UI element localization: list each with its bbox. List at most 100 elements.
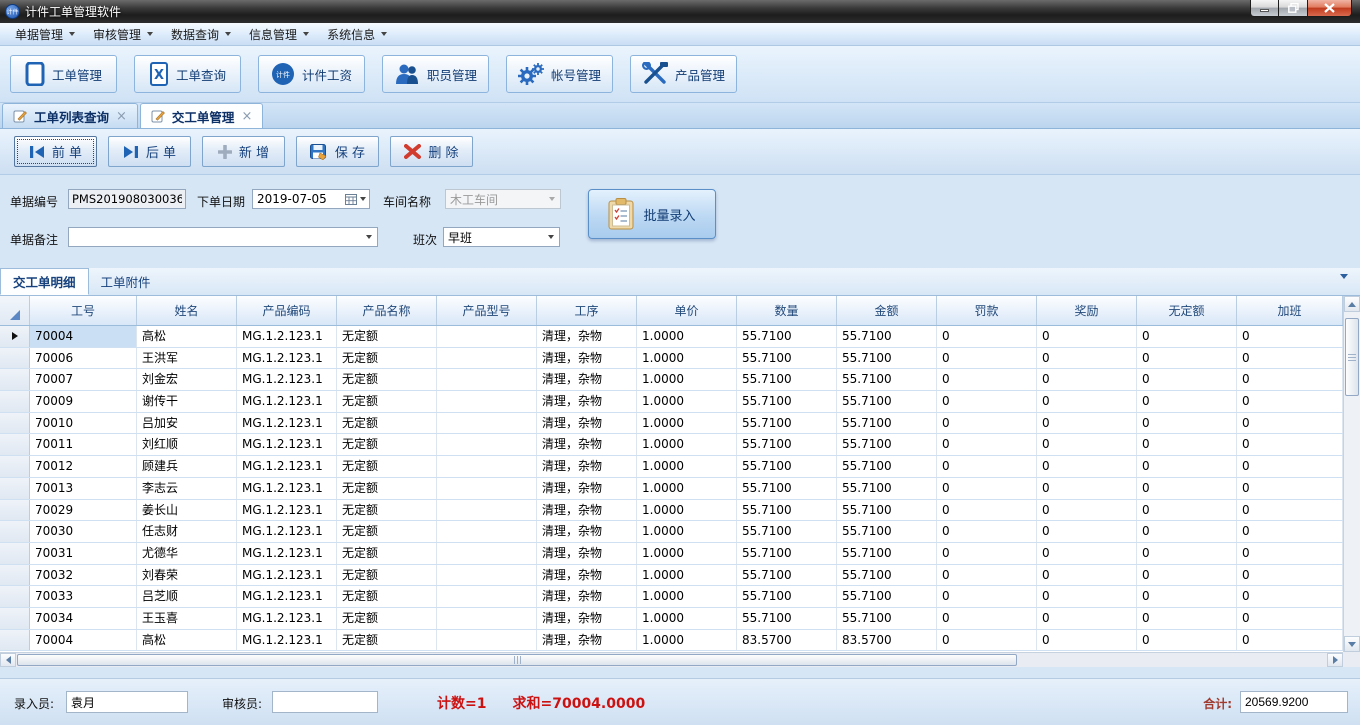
table-cell[interactable]: 70029: [30, 500, 137, 521]
table-cell[interactable]: 55.7100: [837, 521, 937, 542]
table-cell[interactable]: 刘金宏: [137, 369, 237, 390]
table-cell[interactable]: 高松: [137, 630, 237, 651]
row-selector[interactable]: [0, 565, 30, 586]
table-cell[interactable]: 无定额: [337, 500, 437, 521]
table-cell[interactable]: 0: [1137, 543, 1237, 564]
table-cell[interactable]: MG.1.2.123.1: [237, 565, 337, 586]
table-cell[interactable]: 0: [1037, 500, 1137, 521]
table-cell[interactable]: 1.0000: [637, 391, 737, 412]
table-cell[interactable]: [437, 543, 537, 564]
table-row[interactable]: 70034王玉喜MG.1.2.123.1无定额清理，杂物1.000055.710…: [0, 608, 1343, 630]
select-all-corner[interactable]: [0, 296, 30, 325]
row-selector[interactable]: [0, 478, 30, 499]
table-cell[interactable]: 0: [1137, 500, 1237, 521]
table-cell[interactable]: [437, 456, 537, 477]
table-cell[interactable]: 55.7100: [837, 434, 937, 455]
table-row[interactable]: 70029姜长山MG.1.2.123.1无定额清理，杂物1.000055.710…: [0, 500, 1343, 522]
column-header[interactable]: 工号: [30, 296, 137, 325]
table-cell[interactable]: 0: [1237, 391, 1343, 412]
restore-button[interactable]: [1279, 0, 1307, 17]
table-cell[interactable]: 0: [937, 500, 1037, 521]
table-cell[interactable]: 55.7100: [837, 608, 937, 629]
table-cell[interactable]: [437, 478, 537, 499]
table-cell[interactable]: [437, 369, 537, 390]
table-cell[interactable]: 0: [937, 608, 1037, 629]
tab-delivery-order-mgmt[interactable]: 交工单管理 ×: [140, 103, 263, 128]
table-cell[interactable]: MG.1.2.123.1: [237, 543, 337, 564]
table-cell[interactable]: [437, 500, 537, 521]
table-cell[interactable]: 0: [937, 478, 1037, 499]
table-cell[interactable]: 无定额: [337, 630, 437, 651]
table-cell[interactable]: [437, 434, 537, 455]
table-cell[interactable]: 0: [1137, 586, 1237, 607]
vertical-scroll-thumb[interactable]: [1345, 318, 1359, 396]
row-selector[interactable]: [0, 630, 30, 651]
menu-item-document-mgmt[interactable]: 单据管理: [6, 23, 84, 45]
table-cell[interactable]: 55.7100: [737, 586, 837, 607]
table-cell[interactable]: 吕加安: [137, 413, 237, 434]
table-cell[interactable]: 0: [937, 348, 1037, 369]
table-cell[interactable]: 55.7100: [737, 478, 837, 499]
row-selector[interactable]: [0, 369, 30, 390]
table-cell[interactable]: MG.1.2.123.1: [237, 413, 337, 434]
table-cell[interactable]: 70012: [30, 456, 137, 477]
table-cell[interactable]: 0: [1237, 608, 1343, 629]
close-button[interactable]: [1307, 0, 1352, 17]
column-header[interactable]: 产品名称: [337, 296, 437, 325]
table-cell[interactable]: 55.7100: [837, 391, 937, 412]
table-cell[interactable]: 1.0000: [637, 348, 737, 369]
table-cell[interactable]: 0: [1037, 456, 1137, 477]
table-cell[interactable]: 清理，杂物: [537, 326, 637, 347]
table-cell[interactable]: 55.7100: [837, 413, 937, 434]
table-cell[interactable]: 70009: [30, 391, 137, 412]
row-selector[interactable]: [0, 586, 30, 607]
table-cell[interactable]: 0: [1237, 369, 1343, 390]
table-cell[interactable]: 83.5700: [737, 630, 837, 651]
table-cell[interactable]: MG.1.2.123.1: [237, 326, 337, 347]
table-cell[interactable]: 清理，杂物: [537, 348, 637, 369]
table-cell[interactable]: [437, 608, 537, 629]
save-button[interactable]: 保 存: [296, 136, 379, 167]
table-cell[interactable]: 0: [1137, 565, 1237, 586]
menu-item-audit-mgmt[interactable]: 审核管理: [84, 23, 162, 45]
table-cell[interactable]: 55.7100: [737, 608, 837, 629]
tab-delivery-detail[interactable]: 交工单明细: [0, 268, 89, 295]
column-header[interactable]: 产品型号: [437, 296, 537, 325]
table-cell[interactable]: 清理，杂物: [537, 586, 637, 607]
table-cell[interactable]: MG.1.2.123.1: [237, 630, 337, 651]
table-row[interactable]: 70010吕加安MG.1.2.123.1无定额清理，杂物1.000055.710…: [0, 413, 1343, 435]
horizontal-scroll-thumb[interactable]: [17, 654, 1017, 666]
table-cell[interactable]: MG.1.2.123.1: [237, 608, 337, 629]
table-cell[interactable]: [437, 391, 537, 412]
table-cell[interactable]: 55.7100: [737, 391, 837, 412]
table-cell[interactable]: 清理，杂物: [537, 434, 637, 455]
row-selector[interactable]: [0, 456, 30, 477]
row-selector[interactable]: [0, 521, 30, 542]
table-cell[interactable]: 0: [1237, 565, 1343, 586]
table-cell[interactable]: 0: [1137, 608, 1237, 629]
table-cell[interactable]: 0: [1137, 348, 1237, 369]
column-header[interactable]: 奖励: [1037, 296, 1137, 325]
table-cell[interactable]: 刘春荣: [137, 565, 237, 586]
workshop-select[interactable]: 木工车间: [445, 189, 561, 209]
table-cell[interactable]: 0: [1237, 326, 1343, 347]
delete-button[interactable]: 删 除: [390, 136, 473, 167]
row-selector[interactable]: [0, 500, 30, 521]
table-cell[interactable]: 0: [1037, 326, 1137, 347]
table-cell[interactable]: 清理，杂物: [537, 565, 637, 586]
table-cell[interactable]: 1.0000: [637, 456, 737, 477]
table-cell[interactable]: [437, 413, 537, 434]
table-cell[interactable]: 0: [937, 586, 1037, 607]
remark-combo[interactable]: [68, 227, 378, 247]
table-cell[interactable]: 0: [1037, 521, 1137, 542]
add-button[interactable]: 新 增: [202, 136, 285, 167]
table-cell[interactable]: [437, 326, 537, 347]
tab-work-order-list-query[interactable]: 工单列表查询 ×: [2, 103, 138, 128]
table-cell[interactable]: 55.7100: [837, 500, 937, 521]
table-cell[interactable]: 0: [1237, 434, 1343, 455]
table-cell[interactable]: 0: [937, 543, 1037, 564]
table-cell[interactable]: 0: [1237, 630, 1343, 651]
row-selector[interactable]: [0, 326, 30, 347]
table-row[interactable]: 70004高松MG.1.2.123.1无定额清理，杂物1.000055.7100…: [0, 326, 1343, 348]
table-cell[interactable]: [437, 521, 537, 542]
